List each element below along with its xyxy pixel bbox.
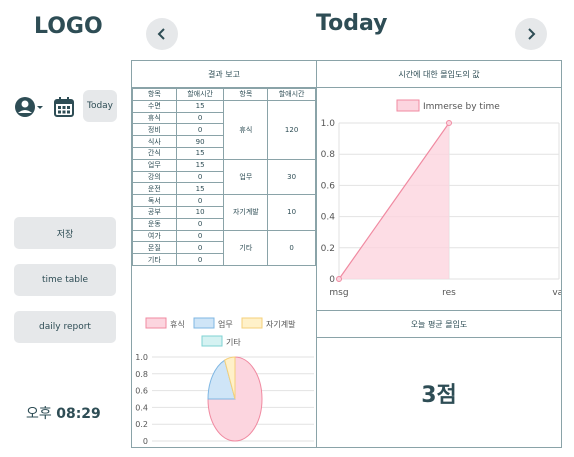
today-button[interactable]: Today	[83, 90, 117, 122]
report-item: 운전	[132, 182, 177, 196]
report-time: 10	[175, 205, 225, 219]
x-tick-label: val	[552, 288, 561, 298]
report-time: 0	[175, 229, 225, 243]
report-table: 항목 할애시간 항목 할애시간 수면 15 휴식 120 휴식 0 정비 0 식사 90 간식 15 업무 15 업…	[132, 88, 316, 266]
report-item: 수면	[132, 99, 177, 113]
report-time: 15	[175, 146, 225, 160]
clock: 오후 08:29	[26, 403, 101, 423]
report-item: 기타	[132, 253, 177, 266]
report-time: 0	[175, 253, 225, 266]
daily-report-button[interactable]: daily report	[14, 311, 116, 343]
prev-day-button[interactable]	[146, 18, 178, 50]
report-row: 여가 0 기타 0	[132, 229, 316, 266]
clock-time: 08:29	[56, 406, 101, 422]
category-pie-chart: 휴식 업무 자기계발기타 0 0.2 0.4 0.6 0.8 1.0	[135, 317, 314, 446]
legend-label: 기타	[226, 338, 241, 347]
save-button[interactable]: 저장	[14, 217, 116, 249]
y-tick-label: 1.0	[321, 119, 336, 129]
report-group: 기타	[223, 229, 269, 266]
report-group-time: 0	[267, 229, 316, 266]
y-tick-label: 0.8	[135, 370, 148, 379]
legend-swatch	[396, 99, 420, 112]
report-row: 독서 0 자기계발 10	[132, 194, 316, 231]
report-item: 정비	[132, 123, 177, 137]
report-group: 업무	[223, 158, 269, 196]
report-time: 15	[175, 158, 225, 172]
y-tick-label: 0.2	[321, 244, 335, 254]
legend-swatch	[193, 317, 215, 329]
y-tick-label: 0	[143, 437, 148, 446]
report-time: 0	[175, 241, 225, 255]
average-panel: 오늘 평균 몰입도 3점	[316, 310, 562, 448]
report-time: 0	[175, 111, 225, 125]
average-title: 오늘 평균 몰입도	[317, 311, 561, 338]
clock-ampm: 오후	[26, 406, 52, 422]
x-tick-label: msg	[329, 288, 348, 298]
legend-label: 자기계발	[266, 319, 296, 329]
logo: LOGO	[34, 14, 103, 39]
report-header-cell: 할애시간	[175, 88, 225, 101]
legend-label: 업무	[218, 320, 233, 329]
data-point	[446, 120, 452, 126]
report-item: 여가	[132, 229, 177, 243]
report-header-cell: 항목	[132, 88, 177, 101]
report-time: 0	[175, 123, 225, 137]
y-tick-label: 0.4	[135, 403, 148, 412]
report-group: 휴식	[223, 99, 269, 160]
y-tick-label: 0	[329, 275, 335, 285]
report-item: 운동	[132, 217, 177, 231]
report-group: 자기계발	[223, 194, 269, 231]
report-item: 식사	[132, 135, 177, 148]
page-title: Today	[316, 11, 388, 36]
pie-panel: 휴식 업무 자기계발기타 0 0.2 0.4 0.6 0.8 1.0	[131, 310, 317, 448]
report-group-time: 120	[267, 99, 316, 160]
y-tick-label: 0.2	[135, 420, 148, 429]
chevron-right-icon	[528, 28, 536, 40]
y-tick-label: 0.8	[321, 150, 336, 160]
user-circle-icon	[15, 97, 43, 117]
report-time: 0	[175, 170, 225, 184]
report-item: 휴식	[132, 111, 177, 125]
report-row: 수면 15 휴식 120	[132, 99, 316, 160]
report-item: 몬질	[132, 241, 177, 255]
report-item: 간식	[132, 146, 177, 160]
y-tick-label: 0.4	[321, 213, 336, 223]
report-header-cell: 항목	[223, 88, 269, 101]
report-group-time: 30	[267, 158, 316, 196]
account-menu[interactable]	[14, 92, 44, 122]
y-tick-label: 0.6	[135, 387, 148, 396]
calendar-icon	[54, 97, 74, 117]
report-item: 공부	[132, 205, 177, 219]
report-time: 0	[175, 217, 225, 231]
timetable-button[interactable]: time table	[14, 264, 116, 296]
report-header-cell: 할애시간	[267, 88, 316, 101]
legend-swatch	[145, 317, 167, 329]
report-panel: 결과 보고 항목 할애시간 항목 할애시간 수면 15 휴식 120 휴식 0 정비 0 식사 90 간식 1…	[131, 60, 317, 311]
y-tick-label: 0.6	[321, 181, 336, 191]
report-time: 15	[175, 99, 225, 113]
chevron-left-icon	[157, 28, 165, 40]
average-score: 3점	[421, 383, 457, 408]
legend-label: Immerse by time	[423, 102, 500, 112]
legend-label: 휴식	[170, 320, 185, 329]
report-item: 강의	[132, 170, 177, 184]
legend-swatch	[201, 335, 223, 347]
report-time: 15	[175, 182, 225, 196]
x-tick-label: res	[442, 288, 456, 298]
next-day-button[interactable]	[515, 18, 547, 50]
report-time: 90	[175, 135, 225, 148]
data-point	[336, 276, 342, 282]
report-group-time: 10	[267, 194, 316, 231]
report-title: 결과 보고	[132, 61, 316, 88]
report-item: 업무	[132, 158, 177, 172]
immersion-chart: Immerse by time 0 0.2 0.4 0.6 0.8 1.0 msg res val	[321, 99, 561, 298]
immersion-title: 시간에 대한 몰입도의 값	[317, 61, 561, 88]
calendar-button[interactable]	[52, 92, 76, 122]
report-time: 0	[175, 194, 225, 207]
y-tick-label: 1.0	[135, 353, 148, 362]
legend-swatch	[241, 317, 263, 329]
immersion-panel: 시간에 대한 몰입도의 값 Immerse by time 0 0.2 0.4 0.6 0…	[316, 60, 562, 311]
report-item: 독서	[132, 194, 177, 207]
report-row: 업무 15 업무 30	[132, 158, 316, 196]
